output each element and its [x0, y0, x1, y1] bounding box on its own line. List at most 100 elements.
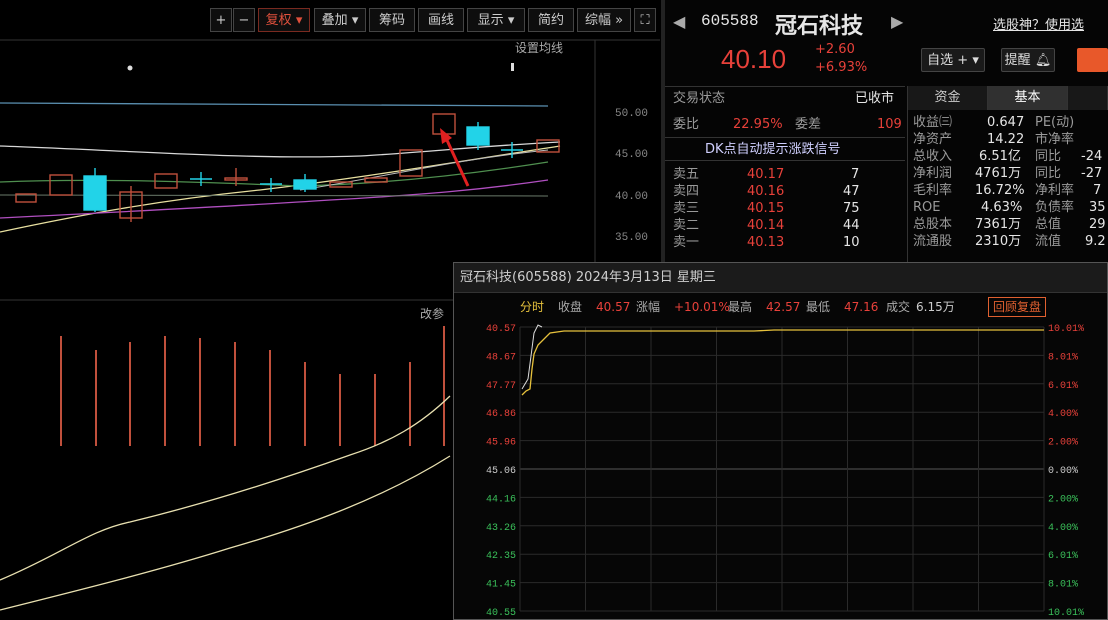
fund-value: 7361万 [975, 217, 1022, 232]
next-stock-arrow-icon[interactable]: ▶ [891, 12, 903, 31]
tab-more[interactable] [1068, 86, 1108, 110]
ma-line-magenta [0, 179, 549, 219]
alert-label: 提醒 [1004, 53, 1031, 68]
fund-label: 总收入 [913, 149, 953, 164]
ask4-price: 40.16 [747, 184, 785, 199]
intraday-grid [519, 326, 1045, 612]
intraday-price-line [521, 329, 1044, 396]
bell-icon: 🔔︎ [1034, 53, 1052, 68]
left-axis-tick: 41.45 [486, 580, 516, 591]
right-axis-tick: 10.01% [1048, 324, 1084, 335]
fund-value: 4.63% [981, 200, 1023, 215]
fund-label2: 净利率 [1035, 183, 1075, 198]
replay-button[interactable]: 回顾复盘 [988, 297, 1047, 317]
fund-value: 0.647 [987, 115, 1025, 130]
stock-code: 605588 [701, 12, 759, 30]
zhangfu-label: 涨幅 [636, 300, 661, 314]
annotation-arrow [440, 128, 470, 187]
left-axis-ticks: 40.57 48.67 47.77 46.86 45.96 45.06 44.16 43.26… [486, 324, 516, 619]
ma-settings-label[interactable]: 设置均线 [515, 41, 563, 55]
price-change: +2.60 [815, 42, 855, 57]
fenshi-label[interactable]: 分时 [520, 296, 544, 318]
ask5-label: 卖五 [673, 167, 700, 182]
trade-status-value: 已收市 [855, 91, 895, 106]
signal-banner[interactable]: DK点自动提示涨跌信号 [705, 141, 841, 158]
weicha-label: 委差 [795, 117, 822, 132]
top-link[interactable]: 选股神？使用选 [993, 14, 1084, 33]
weibi-label: 委比 [673, 117, 700, 132]
fund-value: 16.72% [975, 183, 1025, 198]
ask1-vol: 10 [843, 235, 860, 250]
prev-stock-arrow-icon[interactable]: ◀ [673, 12, 685, 31]
zoom-out-button[interactable]: − [233, 8, 255, 32]
y-tick-35: 35.00 [615, 232, 648, 244]
left-axis-tick: 45.96 [486, 438, 516, 449]
right-axis-tick: 2.00% [1048, 494, 1078, 505]
chevron-down-icon: ▾ [507, 13, 515, 28]
left-axis-tick: 43.26 [486, 523, 516, 534]
xianshi-button[interactable]: 显示 ▾ [467, 8, 525, 32]
volume-bars [60, 326, 445, 446]
right-axis-tick: 4.00% [1048, 523, 1078, 534]
quote-panel: ◀ 605588 冠石科技 ▶ 选股神？使用选 40.10 +2.60 +6.9… [665, 0, 1108, 262]
fund-value: 6.51亿 [979, 149, 1021, 164]
fund-label: 净利润 [913, 166, 953, 181]
diejia-button[interactable]: 叠加 ▾ [314, 8, 366, 32]
ask1-label: 卖一 [673, 235, 700, 250]
fund-value: 4761万 [975, 166, 1022, 181]
fund-label: 净资产 [913, 132, 953, 147]
fund-label2: 同比 [1035, 149, 1062, 164]
tab-funds[interactable]: 资金 [908, 86, 988, 110]
jianyue-button[interactable]: 简约 [528, 8, 574, 32]
high-value: 42.57 [766, 300, 801, 314]
fuquan-button[interactable]: 复权 ▾ [258, 8, 310, 32]
fund-label2: 市净率 [1035, 132, 1075, 147]
alert-button[interactable]: 提醒 🔔︎ [1001, 48, 1055, 72]
right-axis-tick: 6.01% [1048, 551, 1078, 562]
close-label: 收盘 [558, 300, 583, 314]
fund-label: 毛利率 [913, 183, 953, 198]
fund-label: 收益㈢ [913, 115, 953, 130]
fullscreen-icon[interactable]: ⛶ [634, 8, 656, 32]
ask2-label: 卖二 [673, 218, 700, 233]
ask3-price: 40.15 [747, 201, 785, 216]
zongfu-label: 综幅 [584, 13, 611, 28]
ask2-vol: 44 [843, 218, 860, 233]
chevron-down-icon: ▾ [295, 13, 303, 28]
left-axis-tick: 46.86 [486, 409, 516, 420]
indicator-line-2 [0, 455, 451, 611]
fund-value2: 35 [1089, 200, 1106, 215]
fuquan-label: 复权 [265, 13, 292, 28]
fund-value2: -27 [1081, 166, 1103, 181]
trade-button[interactable] [1077, 48, 1108, 72]
marker-bar [511, 63, 514, 71]
fund-label: ROE [913, 200, 941, 215]
lower-params-label[interactable]: 改参 [420, 306, 444, 321]
left-axis-tick: 42.35 [486, 551, 516, 562]
intraday-popup[interactable]: 冠石科技(605588) 2024年3月13日 星期三 分时 收盘 40.57 … [453, 262, 1108, 620]
right-axis-tick: 10.01% [1048, 608, 1084, 619]
fund-value2: 29 [1089, 217, 1106, 232]
fund-label2: 流值 [1035, 234, 1062, 249]
chouma-button[interactable]: 筹码 [369, 8, 415, 32]
huaxian-button[interactable]: 画线 [418, 8, 464, 32]
right-axis-tick: 6.01% [1048, 381, 1078, 392]
y-tick-45: 45.00 [615, 149, 648, 161]
ma-line-gray [0, 194, 549, 197]
high-label: 最高 [728, 300, 753, 314]
zoom-in-button[interactable]: + [210, 8, 232, 32]
add-watchlist-button[interactable]: 自选 + ▾ [921, 48, 985, 72]
intraday-avg-line [521, 324, 543, 390]
y-tick-40: 40.00 [615, 191, 648, 203]
right-axis-tick: 4.00% [1048, 409, 1078, 420]
intraday-chart[interactable]: 40.57 48.67 47.77 46.86 45.96 45.06 44.16 43.26… [454, 319, 1107, 619]
low-value: 47.16 [844, 300, 879, 314]
candles [15, 113, 560, 222]
ask5-vol: 7 [851, 167, 860, 182]
zongfu-button[interactable]: 综幅 » [577, 8, 631, 32]
popup-title[interactable]: 冠石科技(605588) 2024年3月13日 星期三 [454, 263, 1107, 293]
tab-basic[interactable]: 基本 [988, 86, 1068, 110]
diejia-label: 叠加 [321, 13, 348, 28]
double-chevron-right-icon: » [615, 13, 624, 28]
ask1-price: 40.13 [747, 235, 785, 250]
